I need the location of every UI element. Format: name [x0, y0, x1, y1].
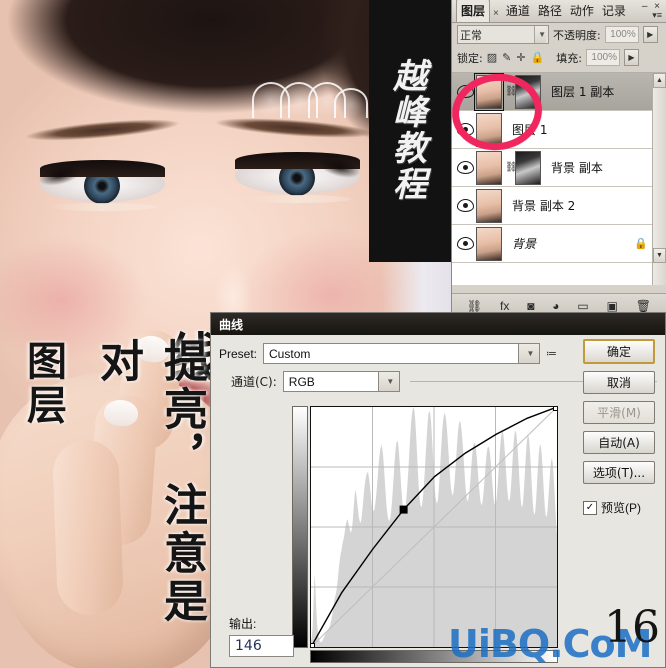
layer-visibility-toggle[interactable]	[454, 237, 476, 250]
lock-transparency-icon[interactable]: ▨	[487, 51, 497, 64]
layer-thumbnail[interactable]	[476, 188, 502, 223]
layer-thumbnail[interactable]	[476, 226, 502, 261]
eye-right	[235, 146, 372, 203]
cancel-button[interactable]: 取消	[583, 371, 655, 394]
chevron-down-icon[interactable]: ▼	[518, 344, 540, 363]
panel-menu-icon[interactable]: ▾≡	[652, 10, 662, 21]
channel-label: 通道(C):	[231, 375, 277, 389]
eye-left	[27, 155, 165, 211]
tab-paths[interactable]: 路径	[534, 0, 566, 22]
fx-icon[interactable]: fx	[500, 299, 509, 313]
scroll-down-icon[interactable]: ▼	[653, 248, 666, 263]
new-layer-icon[interactable]: ▣	[607, 299, 618, 313]
opacity-input[interactable]: 100%	[604, 26, 639, 43]
tab-history[interactable]: 记录	[598, 0, 630, 22]
lace-tiara-decoration	[252, 72, 368, 118]
adjustment-icon[interactable]: ◕	[552, 299, 559, 313]
calligraphy-watermark: 越 峰 教 程	[369, 0, 451, 262]
calligraphy-char: 程	[393, 165, 427, 205]
ok-button[interactable]: 确定	[583, 339, 655, 364]
opacity-stepper-icon[interactable]: ▶	[642, 26, 658, 43]
eye-icon[interactable]	[456, 161, 474, 174]
preset-label: Preset:	[219, 346, 258, 361]
tab-channels[interactable]: 通道	[502, 0, 534, 22]
fill-stepper-icon[interactable]: ▶	[623, 49, 639, 66]
preview-label: 预览(P)	[601, 501, 641, 515]
blend-mode-value: 正常	[460, 29, 482, 42]
lock-move-icon[interactable]: ✛	[516, 51, 525, 64]
output-block: 输出: 146	[229, 615, 294, 657]
eye-glitter-makeup	[243, 195, 351, 203]
blend-mode-select[interactable]: 正常 ▼	[457, 25, 549, 44]
close-icon[interactable]: ×	[490, 8, 502, 22]
lock-label: 锁定:	[457, 51, 483, 65]
layer-name[interactable]: 背景 副本 2	[512, 197, 575, 214]
channel-select[interactable]: RGB ▼	[282, 371, 400, 392]
layers-panel: 图层 × 通道 路径 动作 记录 – × ▾≡ 正常 ▼ 不透明度: 100% …	[451, 0, 666, 318]
curve-plot[interactable]	[310, 406, 558, 648]
fill-label: 填充:	[556, 51, 582, 65]
table-row[interactable]: ⛓ 背景 副本	[452, 149, 666, 187]
eye-icon[interactable]	[456, 199, 474, 212]
input-gradient-bar	[310, 650, 558, 663]
layer-name[interactable]: 图层 1 副本	[551, 83, 614, 100]
layer-list-scrollbar[interactable]: ▲ ▼	[652, 73, 666, 285]
output-input[interactable]: 146	[229, 635, 294, 657]
layer-mask-thumbnail[interactable]	[515, 150, 541, 185]
link-icon[interactable]: ⛓	[505, 162, 518, 173]
group-icon[interactable]: ▭	[577, 299, 588, 313]
opacity-label: 不透明度:	[553, 28, 601, 42]
caption-column-3: 图层	[20, 340, 66, 428]
scroll-up-icon[interactable]: ▲	[653, 73, 666, 88]
chevron-down-icon[interactable]: ▼	[377, 372, 399, 391]
layer-thumbnail[interactable]	[476, 150, 502, 185]
dialog-title: 曲线	[211, 313, 665, 335]
layer-visibility-toggle[interactable]	[454, 199, 476, 212]
eye-icon[interactable]	[456, 237, 474, 250]
blend-mode-row: 正常 ▼ 不透明度: 100% ▶	[452, 23, 666, 46]
calligraphy-char: 峰	[393, 93, 427, 133]
dialog-button-column: 确定 取消 平滑(M) 自动(A) 选项(T)... ✓ 预览(P)	[583, 339, 655, 516]
curve-svg[interactable]	[311, 407, 557, 647]
delete-icon[interactable]: 🗑	[636, 299, 651, 313]
lock-icon: 🔒	[634, 238, 648, 250]
panel-tab-bar: 图层 × 通道 路径 动作 记录 – × ▾≡	[452, 0, 666, 23]
options-button[interactable]: 选项(T)...	[583, 461, 655, 484]
tab-layers[interactable]: 图层	[456, 0, 491, 22]
link-icon[interactable]: ⛓	[467, 299, 482, 313]
mask-icon[interactable]: ◙	[527, 299, 534, 313]
lock-paint-icon[interactable]: ✎	[502, 51, 511, 64]
eye-glitter-makeup	[48, 203, 156, 211]
preset-value: Custom	[269, 346, 311, 361]
table-row[interactable]: 背景 副本 2	[452, 187, 666, 225]
output-gradient-bar	[292, 406, 308, 648]
preset-menu-icon[interactable]: ≔	[546, 347, 557, 360]
layer-name[interactable]: 背景 副本	[551, 159, 603, 176]
lock-toggle-group: ▨ ✎ ✛ 🔒	[487, 51, 545, 64]
tab-actions[interactable]: 动作	[566, 0, 598, 22]
channel-value: RGB	[288, 374, 315, 389]
calligraphy-char: 教	[393, 129, 427, 169]
auto-button[interactable]: 自动(A)	[583, 431, 655, 454]
chevron-down-icon[interactable]: ▼	[534, 26, 546, 43]
smooth-button: 平滑(M)	[583, 401, 655, 424]
layer-visibility-toggle[interactable]	[454, 161, 476, 174]
lock-row: 锁定: ▨ ✎ ✛ 🔒 填充: 100% ▶	[452, 46, 666, 69]
preview-checkbox[interactable]: ✓	[583, 500, 597, 515]
layer-name[interactable]: 背景	[512, 235, 536, 252]
table-row[interactable]: 背景 🔒	[452, 225, 666, 263]
lock-all-icon[interactable]: 🔒	[531, 51, 545, 64]
curves-graph-area	[292, 406, 558, 664]
curves-dialog: 曲线 Preset: Custom ▼ ≔ 通道(C): RGB ▼ 输出: 1…	[210, 312, 666, 668]
preview-row[interactable]: ✓ 预览(P)	[583, 499, 655, 516]
output-label: 输出:	[229, 617, 257, 631]
caption-column-2: 提亮，注意是对	[92, 338, 207, 626]
preset-select[interactable]: Custom ▼	[263, 343, 541, 364]
fill-input[interactable]: 100%	[585, 49, 620, 66]
calligraphy-char: 越	[393, 57, 427, 97]
